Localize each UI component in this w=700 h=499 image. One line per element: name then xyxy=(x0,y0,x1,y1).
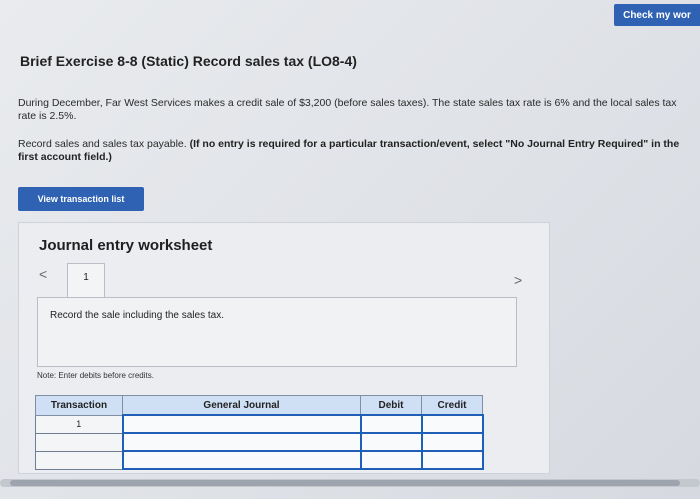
transaction-cell: 1 xyxy=(35,414,123,434)
credit-input[interactable] xyxy=(420,450,484,470)
worksheet-note: Note: Enter debits before credits. xyxy=(37,371,154,380)
next-arrow-icon[interactable]: > xyxy=(514,272,522,288)
scrollbar-thumb[interactable] xyxy=(10,480,680,486)
general-journal-input[interactable] xyxy=(121,432,362,452)
debit-input[interactable] xyxy=(359,414,423,434)
general-journal-input[interactable] xyxy=(121,450,362,470)
column-header-debit: Debit xyxy=(360,395,422,416)
debit-input[interactable] xyxy=(359,432,423,452)
exercise-description: During December, Far West Services makes… xyxy=(18,97,677,122)
journal-entry-table: Transaction General Journal Debit Credit… xyxy=(35,395,484,470)
horizontal-scrollbar[interactable] xyxy=(0,479,700,487)
instructions-text: Record sales and sales tax payable. xyxy=(18,138,190,150)
exercise-instructions: Record sales and sales tax payable. (If … xyxy=(18,138,694,164)
view-transaction-list-button[interactable]: View transaction list xyxy=(18,187,144,211)
transaction-cell xyxy=(35,450,123,470)
table-row: 1 xyxy=(35,414,484,434)
tab-number: 1 xyxy=(83,272,89,283)
debit-input[interactable] xyxy=(359,450,423,470)
credit-input[interactable] xyxy=(420,414,484,434)
table-row xyxy=(35,450,484,470)
transaction-cell xyxy=(35,432,123,452)
worksheet-title: Journal entry worksheet xyxy=(39,237,213,254)
credit-input[interactable] xyxy=(420,432,484,452)
column-header-credit: Credit xyxy=(421,395,483,416)
exercise-title: Brief Exercise 8-8 (Static) Record sales… xyxy=(20,53,357,69)
transaction-description: Record the sale including the sales tax. xyxy=(50,310,224,321)
transaction-description-box: Record the sale including the sales tax. xyxy=(37,297,517,367)
previous-arrow-icon[interactable]: < xyxy=(39,266,47,282)
check-my-work-button[interactable]: Check my wor xyxy=(614,4,700,26)
journal-entry-worksheet: Journal entry worksheet < 1 > Record the… xyxy=(18,222,550,474)
general-journal-input[interactable] xyxy=(121,414,362,434)
column-header-general-journal: General Journal xyxy=(122,395,361,416)
column-header-transaction: Transaction xyxy=(35,395,123,416)
worksheet-tab-1[interactable]: 1 xyxy=(67,263,105,297)
table-row xyxy=(35,432,484,452)
